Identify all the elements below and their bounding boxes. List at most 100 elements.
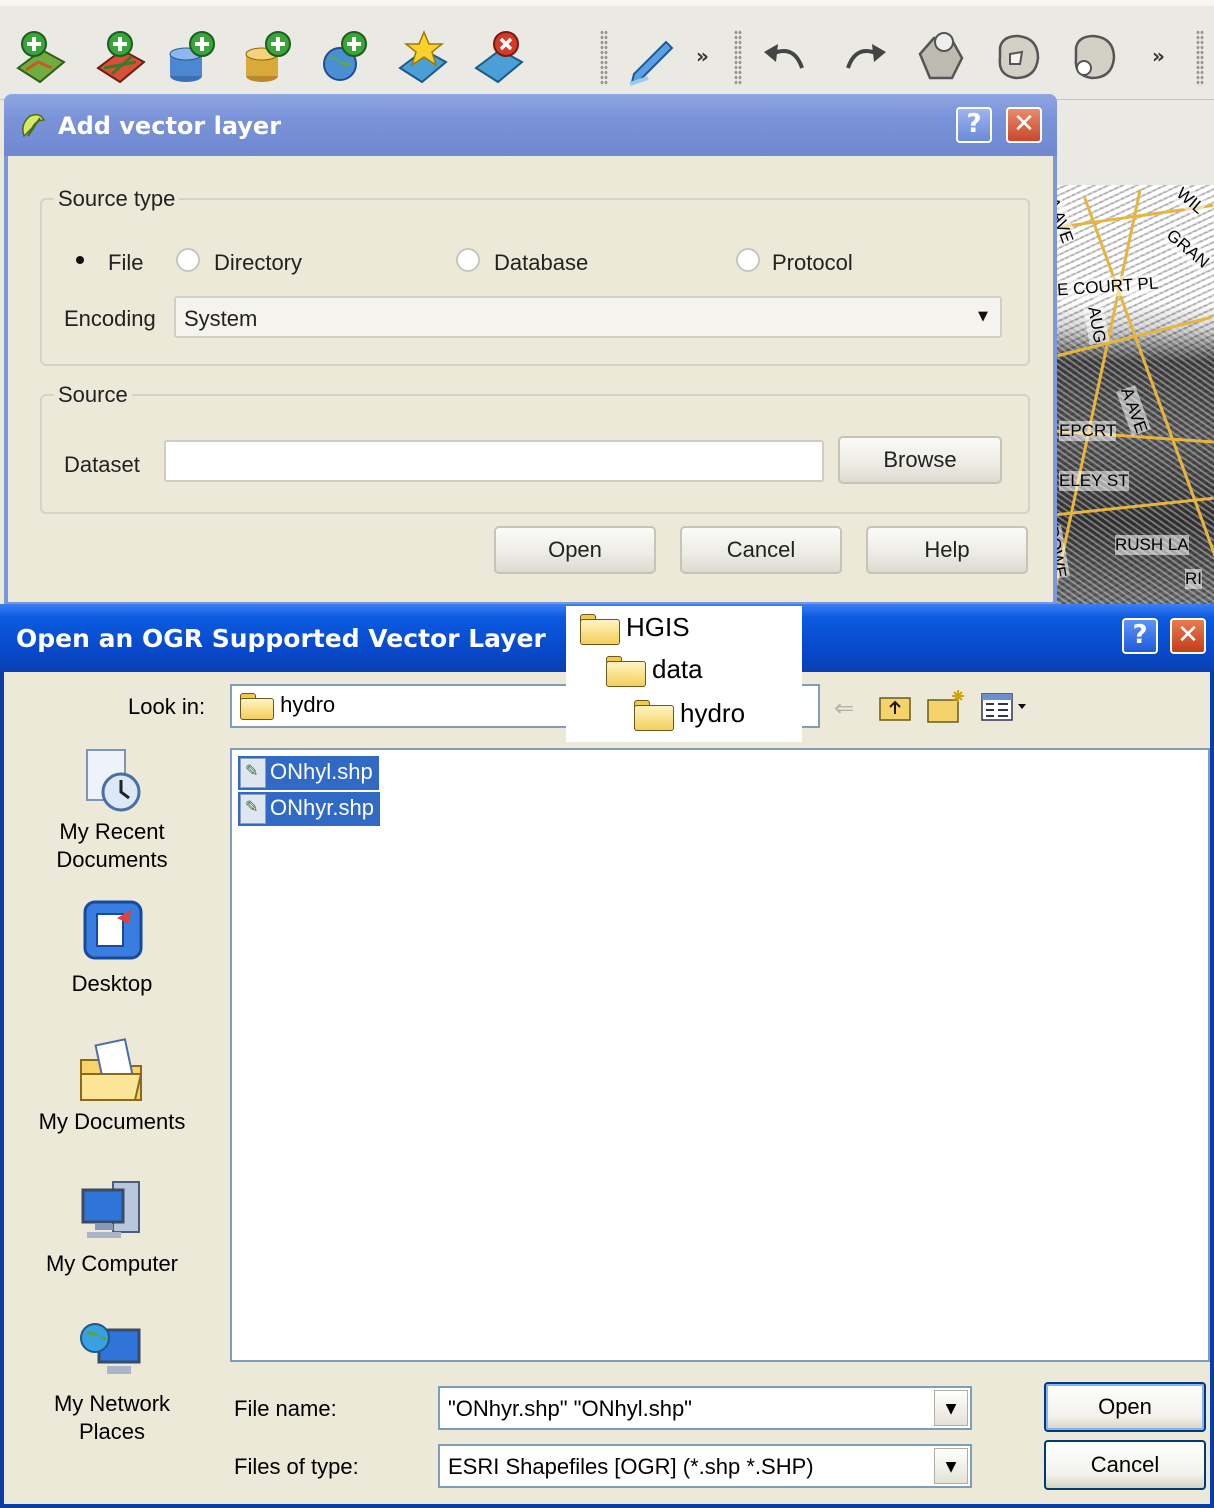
tree-folder-hgis: HGIS [580, 612, 690, 646]
add-vector-layer-dialog: Add vector layer ? ✕ Source type File Di… [4, 94, 1057, 606]
toggle-editing-icon[interactable] [622, 28, 680, 86]
add-raster-layer-icon[interactable] [12, 28, 70, 86]
help-button[interactable]: Help [866, 526, 1028, 574]
files-of-type-label: Files of type: [234, 1454, 359, 1479]
files-of-type-select[interactable]: ESRI Shapefiles [OGR] (*.shp *.SHP) ▼ [438, 1444, 972, 1488]
undo-icon[interactable] [756, 28, 814, 86]
my-network-places-place[interactable]: My Network Places [12, 1316, 212, 1446]
open-button[interactable]: Open [494, 526, 656, 574]
recent-documents-icon [86, 749, 141, 812]
map-label: E COURT PL [1056, 273, 1159, 301]
place-label: Places [78, 1419, 146, 1444]
map-label: AUG [1083, 305, 1110, 345]
toolbar-grip[interactable] [600, 30, 608, 86]
up-folder-icon[interactable] [878, 692, 912, 722]
protocol-radio[interactable] [736, 248, 760, 272]
help-title-button[interactable]: ? [956, 107, 992, 143]
open-button[interactable]: Open [1044, 1382, 1206, 1432]
protocol-radio-label[interactable]: Protocol [772, 250, 853, 276]
folder-tree-callout: HGIS data hydro [566, 606, 802, 742]
add-wms-layer-icon[interactable] [316, 28, 374, 86]
desktop-place[interactable]: Desktop [12, 896, 212, 998]
shapefile-icon [240, 758, 266, 788]
dataset-label: Dataset [64, 452, 140, 477]
source-type-label: Source type [54, 186, 180, 212]
chevron-down-icon[interactable]: ▼ [934, 1448, 968, 1484]
list-item[interactable]: ONhyl.shp [238, 756, 379, 790]
toolbar-grip[interactable] [734, 30, 742, 86]
cancel-button[interactable]: Cancel [1044, 1440, 1206, 1490]
add-ring-icon[interactable] [912, 28, 970, 86]
file-list[interactable]: ONhyl.shp ONhyr.shp [230, 748, 1210, 1362]
dialog-title-bar[interactable]: Add vector layer ? ✕ [4, 94, 1057, 156]
directory-radio[interactable] [176, 248, 200, 272]
map-label: WIL [1172, 185, 1209, 219]
fill-ring-icon[interactable] [1064, 28, 1122, 86]
file-name: ONhyl.shp [270, 759, 373, 784]
look-in-label: Look in: [128, 694, 206, 719]
help-title-button[interactable]: ? [1122, 618, 1158, 654]
toolbar-grip[interactable] [1196, 30, 1204, 86]
source-label: Source [54, 382, 132, 408]
directory-radio-label[interactable]: Directory [214, 250, 302, 276]
place-label: Desktop [71, 971, 153, 996]
map-label: A AVE [1055, 195, 1078, 246]
new-folder-icon[interactable] [926, 688, 966, 724]
file-name-label: File name: [234, 1396, 337, 1421]
database-radio-label[interactable]: Database [494, 250, 588, 276]
my-documents-icon [80, 1038, 143, 1101]
qgis-toolbar: » » [0, 0, 1214, 100]
database-radio[interactable] [456, 248, 480, 272]
chevron-down-icon[interactable]: ▼ [934, 1390, 968, 1426]
folder-icon [634, 700, 674, 732]
my-computer-icon [81, 1181, 140, 1238]
add-part-icon[interactable] [988, 28, 1046, 86]
chevron-down-icon[interactable]: ▼ [972, 306, 994, 328]
my-documents-place[interactable]: My Documents [12, 1034, 212, 1136]
dialog-title: Add vector layer [58, 112, 282, 140]
look-in-value: hydro [240, 692, 336, 721]
desktop-icon [83, 900, 143, 960]
map-label: RI [1185, 569, 1202, 589]
file-name-value: "ONhyr.shp" "ONhyl.shp" [448, 1396, 692, 1421]
qgis-logo-icon [22, 113, 46, 138]
cancel-button[interactable]: Cancel [680, 526, 842, 574]
remove-layer-icon[interactable] [470, 28, 528, 86]
encoding-select[interactable]: System ▼ [174, 296, 1002, 338]
add-vector-layer-icon[interactable] [92, 28, 150, 86]
encoding-value: System [184, 306, 258, 331]
view-menu-icon[interactable] [980, 692, 1032, 722]
file-radio[interactable] [68, 248, 92, 272]
tree-folder-hydro: hydro [634, 698, 745, 732]
network-places-icon [80, 1323, 141, 1374]
add-postgis-layer-icon[interactable] [164, 28, 222, 86]
file-name-input[interactable]: "ONhyr.shp" "ONhyl.shp" ▼ [438, 1386, 972, 1430]
my-recent-documents-place[interactable]: My Recent Documents [12, 744, 212, 874]
close-title-button[interactable]: ✕ [1006, 107, 1042, 143]
dialog-title: Open an OGR Supported Vector Layer [16, 624, 546, 653]
my-computer-place[interactable]: My Computer [12, 1176, 212, 1278]
tree-folder-data: data [606, 654, 703, 688]
list-item[interactable]: ONhyr.shp [238, 792, 380, 826]
add-spatialite-layer-icon[interactable] [240, 28, 298, 86]
toolbar-overflow-icon[interactable]: » [1152, 44, 1165, 68]
look-in-text: hydro [280, 692, 336, 717]
dataset-input[interactable] [164, 440, 824, 482]
new-shapefile-layer-icon[interactable] [394, 28, 452, 86]
map-label: ELEY ST [1059, 471, 1129, 491]
map-label: GRAN [1162, 225, 1213, 273]
back-icon[interactable]: ⇐ [834, 694, 854, 722]
folder-icon [580, 614, 620, 646]
files-of-type-value: ESRI Shapefiles [OGR] (*.shp *.SHP) [448, 1454, 814, 1479]
place-label: My Recent [59, 819, 165, 844]
map-canvas[interactable]: A AVE WIL GRAN E COURT PL AUG A AVE EPCR… [1055, 185, 1214, 605]
close-title-button[interactable]: ✕ [1170, 618, 1206, 654]
tree-folder-label: HGIS [626, 612, 690, 642]
browse-button[interactable]: Browse [838, 436, 1002, 484]
file-radio-label[interactable]: File [108, 250, 143, 276]
source-group: Source Dataset Browse [40, 382, 1030, 514]
redo-icon[interactable] [836, 28, 894, 86]
toolbar-overflow-icon[interactable]: » [696, 44, 709, 68]
map-label: RUSH LA [1115, 535, 1189, 555]
folder-icon [240, 693, 274, 721]
